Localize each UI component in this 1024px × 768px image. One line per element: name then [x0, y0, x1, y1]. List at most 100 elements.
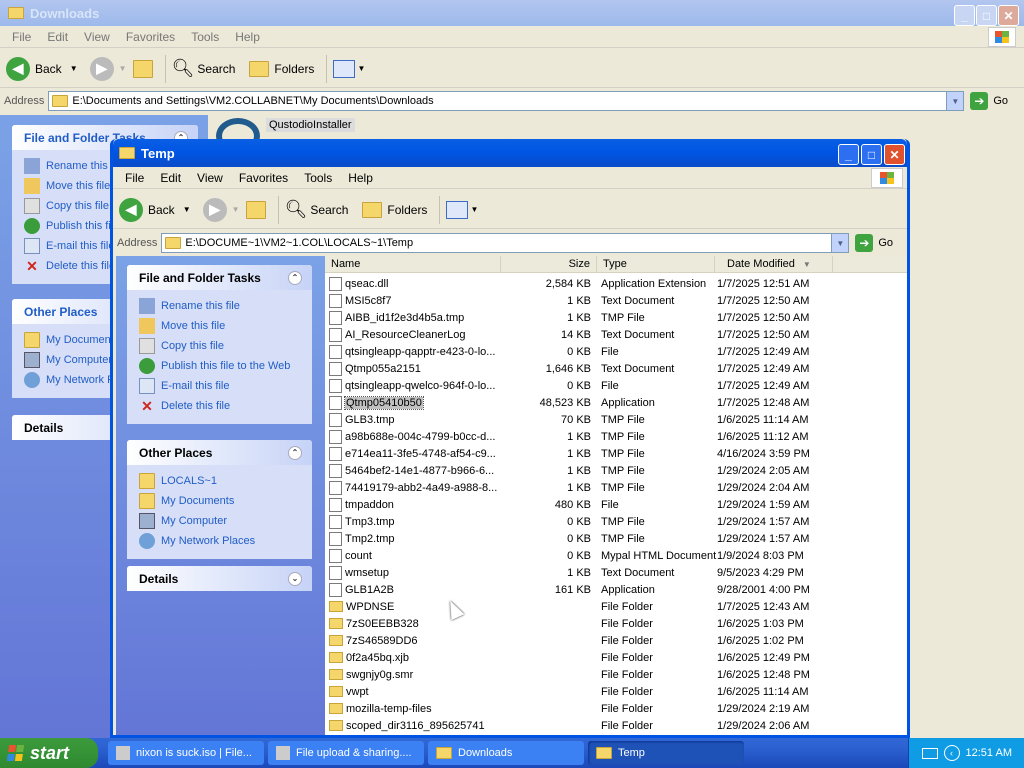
menu-tools[interactable]: Tools: [183, 30, 227, 44]
search-button[interactable]: 🔍︎ Search: [172, 58, 236, 79]
search-button[interactable]: 🔍︎ Search: [285, 199, 349, 220]
file-tasks-header[interactable]: File and Folder Tasks ⌃: [127, 265, 312, 290]
minimize-button[interactable]: _: [954, 5, 975, 26]
up-folder-button[interactable]: [132, 59, 153, 78]
column-type[interactable]: Type: [597, 256, 715, 272]
keyboard-icon[interactable]: [921, 747, 938, 759]
file-row[interactable]: a98b688e-004c-4799-b0cc-d... 1 KB TMP File…: [325, 428, 831, 445]
folders-button[interactable]: Folders: [362, 201, 427, 218]
chevron-down-icon[interactable]: ▼: [232, 205, 240, 214]
address-input[interactable]: E:\DOCUME~1\VM2~1.COL\LOCALS~1\Temp ▼: [161, 233, 850, 253]
collapse-icon[interactable]: ⌃: [288, 445, 302, 460]
close-button[interactable]: ✕: [998, 5, 1019, 26]
file-row[interactable]: e714ea11-3fe5-4748-af54-c9... 1 KB TMP Fil…: [325, 445, 831, 462]
file-row[interactable]: WPDNSE File Folder 1/7/2025 12:43 AM: [325, 598, 831, 615]
file-row[interactable]: qtsingleapp-qapptr-e423-0-lo... 0 KB File 1…: [325, 343, 831, 360]
file-row[interactable]: 0f2a45bq.xjb File Folder 1/6/2025 12:49 PM: [325, 649, 831, 666]
downloads-address-bar: Address E:\Documents and Settings\VM2.CO…: [0, 89, 1024, 113]
expand-icon[interactable]: ⌄: [288, 571, 302, 586]
menu-favorites[interactable]: Favorites: [118, 30, 183, 44]
file-row[interactable]: wmsetup 1 KB Text Document 9/5/2023 4:29 PM: [325, 564, 831, 581]
menu-file[interactable]: File: [4, 30, 39, 44]
file-row[interactable]: AIBB_id1f2e3d4b5a.tmp 1 KB TMP File 1/7/202…: [325, 309, 831, 326]
views-button[interactable]: ▼: [446, 200, 478, 219]
place-locals[interactable]: LOCALS~1: [139, 471, 312, 491]
file-row[interactable]: count 0 KB Mypal HTML Document 1/9/2024 8:0…: [325, 547, 831, 564]
forward-button[interactable]: ▶ ▼: [202, 197, 240, 222]
task-publish[interactable]: Publish this file to the Web: [139, 356, 312, 376]
go-button[interactable]: ➔ Go: [970, 92, 1008, 110]
clock[interactable]: 12:51 AM: [966, 747, 1012, 759]
place-my-documents[interactable]: My Documents: [139, 491, 312, 511]
file-row[interactable]: mozilla-temp-files File Folder 1/29/2024 2…: [325, 700, 831, 717]
column-size[interactable]: Size: [501, 256, 597, 272]
file-row[interactable]: 5464bef2-14e1-4877-b966-6... 1 KB TMP File…: [325, 462, 831, 479]
tray-chevron-icon[interactable]: ‹: [943, 745, 960, 761]
chevron-down-icon[interactable]: ▼: [70, 64, 78, 73]
temp-titlebar[interactable]: Temp _ □ ✕: [113, 139, 907, 167]
maximize-button[interactable]: □: [861, 144, 882, 165]
go-button[interactable]: ➔ Go: [855, 234, 893, 252]
task-delete[interactable]: ✕ Delete this file: [139, 396, 312, 416]
chevron-down-icon[interactable]: ▼: [946, 92, 964, 110]
forward-button[interactable]: ▶ ▼: [89, 56, 127, 81]
file-row[interactable]: swgnjy0g.smr File Folder 1/6/2025 12:48 PM: [325, 666, 831, 683]
file-row[interactable]: 7zS46589DD6 File Folder 1/6/2025 1:02 PM: [325, 632, 831, 649]
menu-view[interactable]: View: [76, 30, 118, 44]
downloads-titlebar[interactable]: Downloads _ □ ✕: [0, 0, 1024, 26]
file-row[interactable]: GLB1A2B 161 KB Application 9/28/2001 4:00 P…: [325, 581, 831, 598]
place-my-computer[interactable]: My Computer: [139, 511, 312, 531]
menu-help[interactable]: Help: [227, 30, 268, 44]
start-button[interactable]: start: [0, 738, 98, 768]
back-button[interactable]: ◀ Back ▼: [6, 56, 78, 81]
file-row[interactable]: 74419179-abb2-4a49-a988-8... 1 KB TMP File…: [325, 479, 831, 496]
file-row[interactable]: qseac.dll 2,584 KB Application Extension 1/…: [325, 275, 831, 292]
file-row[interactable]: vwpt File Folder 1/6/2025 11:14 AM: [325, 683, 831, 700]
file-row[interactable]: scoped_dir3116_895625741 File Folder 1/29/…: [325, 717, 831, 734]
menu-edit[interactable]: Edit: [152, 171, 189, 185]
address-input[interactable]: E:\Documents and Settings\VM2.COLLABNET\…: [48, 91, 965, 111]
column-name[interactable]: Name: [325, 256, 501, 272]
file-row[interactable]: Qtmp05410b50 48,523 KB Application 1/7/2025…: [325, 394, 831, 411]
task-move[interactable]: Move this file: [139, 316, 312, 336]
file-row[interactable]: 7zS0EEBB328 File Folder 1/6/2025 1:03 PM: [325, 615, 831, 632]
views-button[interactable]: ▼: [333, 59, 365, 78]
details-header[interactable]: Details ⌄: [127, 566, 312, 591]
collapse-icon[interactable]: ⌃: [288, 270, 302, 285]
menu-view[interactable]: View: [189, 171, 231, 185]
minimize-button[interactable]: _: [838, 144, 859, 165]
chevron-down-icon[interactable]: ▼: [119, 64, 127, 73]
taskbar-button-file-upload[interactable]: File upload & sharing....: [268, 741, 424, 765]
file-row[interactable]: MSI5c8f7 1 KB Text Document 1/7/2025 12:50 …: [325, 292, 831, 309]
file-row[interactable]: GLB3.tmp 70 KB TMP File 1/6/2025 11:14 AM: [325, 411, 831, 428]
place-network[interactable]: My Network Places: [139, 531, 312, 551]
task-copy[interactable]: Copy this file: [139, 336, 312, 356]
menu-help[interactable]: Help: [340, 171, 381, 185]
taskbar-button-downloads[interactable]: Downloads: [428, 741, 584, 765]
column-date[interactable]: Date Modified ▼: [715, 256, 833, 272]
folders-button[interactable]: Folders: [249, 60, 314, 77]
other-places-header[interactable]: Other Places ⌃: [127, 440, 312, 465]
chevron-down-icon[interactable]: ▼: [831, 234, 849, 252]
menu-tools[interactable]: Tools: [296, 171, 340, 185]
file-row[interactable]: Tmp3.tmp 0 KB TMP File 1/29/2024 1:57 AM: [325, 513, 831, 530]
menu-favorites[interactable]: Favorites: [231, 171, 296, 185]
maximize-button[interactable]: □: [976, 5, 997, 26]
text-file-icon: [329, 327, 342, 342]
taskbar-button-nixon[interactable]: nixon is suck.iso | File...: [108, 741, 264, 765]
chevron-down-icon[interactable]: ▼: [183, 205, 191, 214]
menu-file[interactable]: File: [117, 171, 152, 185]
file-row[interactable]: tmpaddon 480 KB File 1/29/2024 1:59 AM: [325, 496, 831, 513]
task-rename[interactable]: Rename this file: [139, 296, 312, 316]
file-row[interactable]: qtsingleapp-qwelco-964f-0-lo... 0 KB File 1…: [325, 377, 831, 394]
file-row[interactable]: Qtmp055a2151 1,646 KB Text Document 1/7/202…: [325, 360, 831, 377]
close-button[interactable]: ✕: [884, 144, 905, 165]
back-button[interactable]: ◀ Back ▼: [119, 197, 191, 222]
tmp-file-icon: [329, 429, 342, 444]
taskbar-button-temp[interactable]: Temp: [588, 741, 744, 765]
up-folder-button[interactable]: [245, 200, 266, 219]
task-email[interactable]: E-mail this file: [139, 376, 312, 396]
file-row[interactable]: Tmp2.tmp 0 KB TMP File 1/29/2024 1:57 AM: [325, 530, 831, 547]
menu-edit[interactable]: Edit: [39, 30, 76, 44]
file-row[interactable]: AI_ResourceCleanerLog 14 KB Text Document 1…: [325, 326, 831, 343]
